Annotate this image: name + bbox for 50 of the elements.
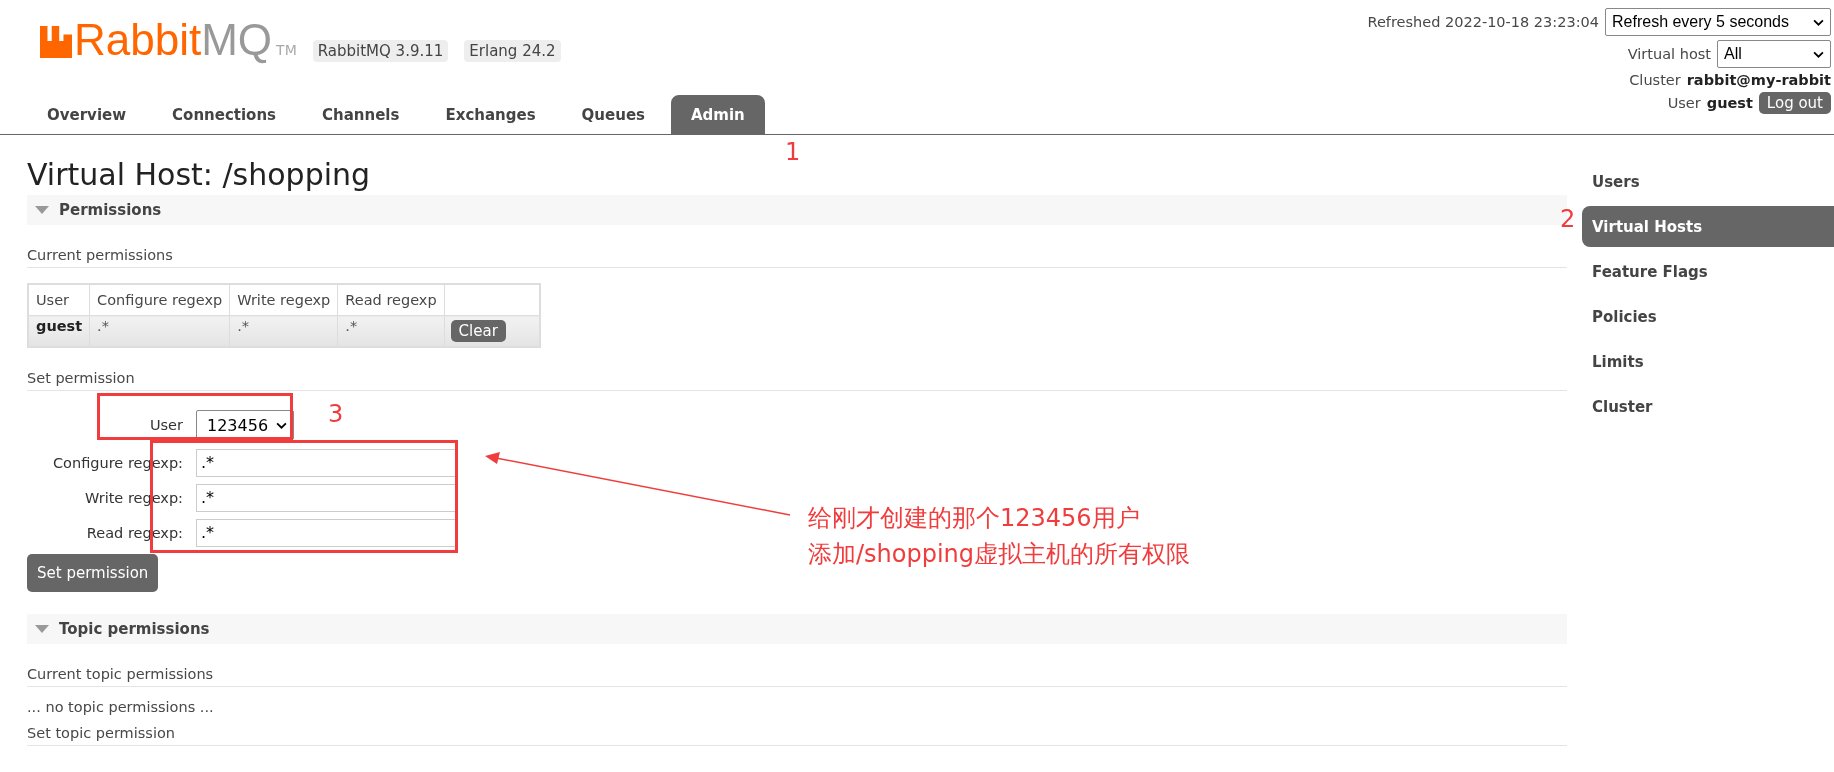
input-field[interactable]: .* — [196, 448, 456, 477]
virtual-host-select[interactable]: All — [1717, 40, 1831, 68]
nav-tab[interactable]: Exchanges — [425, 95, 556, 134]
nav-tab[interactable]: Connections — [152, 95, 297, 134]
sidebar-item[interactable]: Cluster — [1582, 386, 1834, 427]
table-cell: .* — [89, 315, 230, 347]
annotation-note: 给刚才创建的那个123456用户 — [808, 503, 1141, 534]
version-badge: Erlang 24.2 — [464, 40, 561, 62]
version-badge: RabbitMQ 3.9.11 — [312, 40, 449, 62]
nav-tab[interactable]: Channels — [302, 95, 420, 134]
page-title: Virtual Host: /shopping — [27, 156, 372, 194]
logo-text: RabbitMQ — [74, 18, 273, 62]
user-name: guest — [1706, 95, 1753, 111]
table-cell: guest — [28, 315, 90, 347]
field-label: User — [148, 417, 183, 433]
field-label: Virtual host — [1627, 46, 1711, 62]
subheading: Set topic permission — [27, 715, 1567, 746]
sidebar-item[interactable]: Users — [1582, 161, 1834, 202]
nav-tab[interactable]: Queues — [561, 95, 665, 134]
section-header[interactable]: Topic permissions — [27, 614, 1567, 644]
annotation-number: 1 — [785, 138, 801, 166]
annotation-number: 3 — [328, 400, 344, 428]
nav-tab[interactable]: Overview — [27, 95, 147, 134]
nav-tab[interactable]: Admin — [671, 95, 765, 134]
sidebar-item[interactable]: Virtual Hosts — [1582, 206, 1834, 247]
subheading: Set permission — [27, 348, 1567, 391]
chevron-down-icon — [276, 421, 288, 429]
sidebar-item[interactable]: Limits — [1582, 341, 1834, 382]
user-select[interactable]: 123456 — [196, 410, 295, 440]
input-field[interactable]: .* — [196, 483, 456, 512]
annotation-note: 添加/shopping虚拟主机的所有权限 — [808, 539, 1191, 570]
field-label: Cluster — [1629, 72, 1681, 88]
field-label: User — [1667, 95, 1701, 111]
subheading: Current topic permissions — [27, 644, 1567, 687]
rabbit-logo-icon — [40, 26, 72, 58]
input-field[interactable]: .* — [196, 518, 456, 547]
trademark: TM — [276, 42, 297, 58]
table-cell: .* — [337, 315, 445, 347]
chevron-down-icon — [1813, 50, 1824, 58]
table-cell: .* — [229, 315, 338, 347]
set-permission-button[interactable]: Set permission — [27, 554, 159, 592]
cluster-name: rabbit@my-rabbit — [1686, 72, 1831, 88]
chevron-down-icon — [1813, 18, 1824, 26]
sidebar-item[interactable]: Feature Flags — [1582, 251, 1834, 292]
clear-button[interactable]: Clear — [450, 320, 506, 342]
refreshed-text: Refreshed 2022-10-18 23:23:04 — [1367, 14, 1599, 30]
empty-message: ... no topic permissions ... — [27, 698, 215, 715]
refresh-select[interactable]: Refresh every 5 seconds — [1605, 8, 1831, 36]
sidebar-item[interactable]: Policies — [1582, 296, 1834, 337]
logout-button[interactable]: Log out — [1758, 92, 1831, 114]
